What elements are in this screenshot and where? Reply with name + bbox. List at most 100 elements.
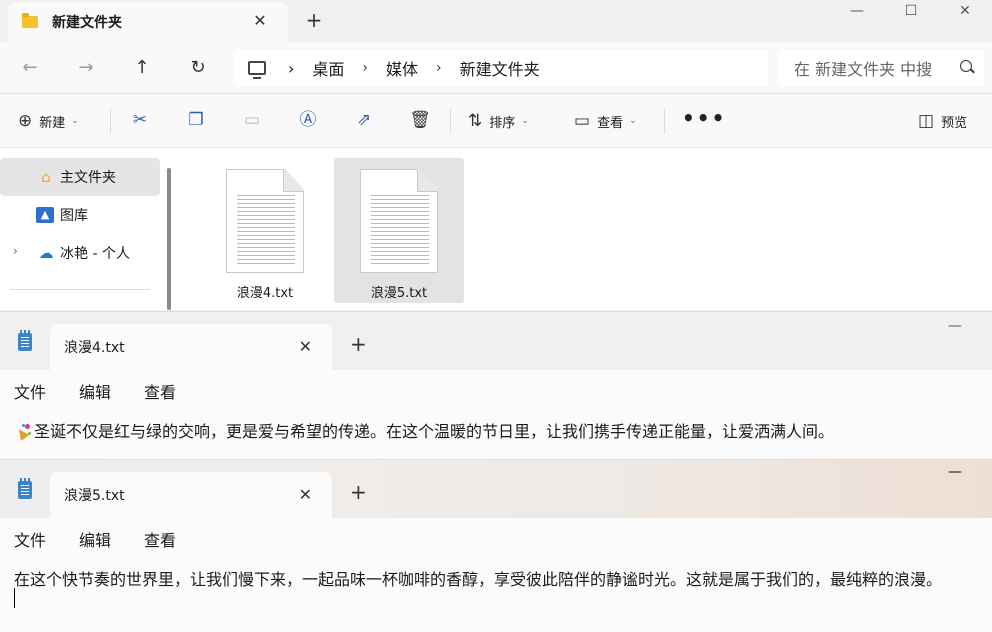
view-button[interactable]: ▭ 查看 ⌄ — [574, 109, 637, 133]
notepad-tab[interactable]: 浪漫4.txt ✕ — [50, 324, 332, 370]
sidebar-item-gallery[interactable]: ▲ 图库 — [0, 196, 160, 234]
new-tab-button[interactable]: + — [350, 332, 367, 356]
this-pc-icon[interactable] — [248, 61, 266, 79]
maximize-button[interactable]: ☐ — [884, 0, 938, 24]
menu-edit[interactable]: 编辑 — [79, 379, 111, 403]
menu-view[interactable]: 查看 — [144, 379, 176, 403]
notepad-app-icon — [18, 478, 32, 499]
breadcrumb[interactable]: › 桌面 › 媒体 › 新建文件夹 — [234, 50, 768, 86]
close-tab-icon[interactable]: ✕ — [250, 11, 270, 31]
close-tab-icon[interactable]: ✕ — [299, 485, 312, 504]
copy-icon[interactable]: ❐ — [184, 108, 208, 132]
minimize-button[interactable]: — — [948, 464, 962, 480]
notepad-app-icon — [18, 330, 32, 351]
onedrive-cloud-icon: ☁ — [38, 244, 54, 262]
party-popper-icon — [16, 423, 32, 439]
editor-content: 圣诞不仅是红与绿的交响，更是爱与希望的传递。在这个温暖的节日里，让我们携手传递正… — [34, 422, 835, 441]
menu-bar: 文件 编辑 查看 — [0, 518, 992, 556]
up-button[interactable]: ↑ — [130, 56, 154, 80]
minimize-button[interactable]: — — [830, 0, 884, 24]
window-controls: — ☐ ✕ — [830, 0, 992, 24]
breadcrumb-desktop[interactable]: 桌面 — [312, 56, 344, 80]
explorer-titlebar: 新建文件夹 ✕ + — ☐ ✕ — [0, 0, 992, 42]
preview-button[interactable]: ◫ 预览 — [918, 109, 967, 133]
close-window-button[interactable]: ✕ — [938, 0, 992, 24]
sidebar-item-home[interactable]: ⌂ 主文件夹 — [0, 158, 160, 196]
view-button-label: 查看 — [597, 115, 624, 131]
navigation-pane: ⌂ 主文件夹 ▲ 图库 ☁ 冰艳 - 个人 › — [0, 148, 178, 310]
new-tab-button[interactable]: + — [350, 480, 367, 504]
chevron-down-icon: ⌄ — [71, 116, 79, 126]
divider — [450, 108, 451, 134]
notepad-titlebar: 浪漫5.txt ✕ + — — [0, 460, 992, 518]
back-button[interactable]: ← — [18, 56, 42, 80]
cut-icon[interactable]: ✂ — [128, 108, 152, 132]
sort-button-label: 排序 — [489, 115, 516, 131]
sort-icon: ⇅ — [468, 111, 483, 131]
chevron-down-icon: ⌄ — [521, 116, 529, 126]
text-file-icon — [360, 169, 438, 273]
notepad-tab-title: 浪漫4.txt — [64, 340, 125, 356]
menu-file[interactable]: 文件 — [14, 527, 46, 551]
paste-icon[interactable]: ▭ — [240, 108, 264, 132]
breadcrumb-media[interactable]: 媒体 — [386, 56, 418, 80]
preview-pane-icon: ◫ — [918, 111, 935, 131]
file-item[interactable]: 浪漫5.txt — [334, 158, 464, 303]
sidebar-item-onedrive[interactable]: ☁ 冰艳 - 个人 — [0, 234, 160, 272]
preview-button-label: 预览 — [941, 115, 968, 131]
notepad-window-2: 浪漫5.txt ✕ + — 文件 编辑 查看 在这个快节奏的世界里，让我们慢下来… — [0, 459, 992, 632]
forward-button[interactable]: → — [74, 56, 98, 80]
view-icon: ▭ — [574, 111, 591, 131]
text-editor[interactable]: 在这个快节奏的世界里，让我们慢下来，一起品味一杯咖啡的香醇，享受彼此陪伴的静谧时… — [14, 566, 942, 590]
notepad-tab-title: 浪漫5.txt — [64, 488, 125, 504]
home-icon: ⌂ — [41, 168, 51, 186]
search-placeholder: 在 新建文件夹 中搜 — [794, 60, 933, 79]
close-tab-icon[interactable]: ✕ — [299, 337, 312, 356]
notepad-window-1: 浪漫4.txt ✕ + — 文件 编辑 查看 圣诞不仅是红与绿的交响，更是爱与希… — [0, 311, 992, 459]
menu-file[interactable]: 文件 — [14, 379, 46, 403]
breadcrumb-sep[interactable]: › — [362, 60, 368, 76]
file-name: 浪漫4.txt — [236, 286, 294, 301]
expand-chevron-icon[interactable]: › — [13, 244, 18, 258]
rename-icon[interactable]: Ⓐ — [296, 108, 320, 132]
sidebar-item-label: 图库 — [60, 208, 88, 224]
refresh-button[interactable]: ↻ — [186, 56, 210, 80]
text-cursor — [14, 588, 15, 608]
new-button[interactable]: ⊕ 新建 ⌄ — [18, 109, 79, 133]
file-name: 浪漫5.txt — [370, 286, 428, 301]
address-bar-row: ← → ↑ ↻ › 桌面 › 媒体 › 新建文件夹 在 新建文件夹 中搜 — [0, 42, 992, 94]
menu-bar: 文件 编辑 查看 — [0, 370, 992, 408]
explorer-tab[interactable]: 新建文件夹 ✕ — [8, 2, 288, 42]
sidebar-item-label: 主文件夹 — [60, 170, 116, 186]
new-tab-button[interactable]: + — [304, 10, 324, 30]
new-button-label: 新建 — [39, 115, 66, 131]
text-editor[interactable]: 圣诞不仅是红与绿的交响，更是爱与希望的传递。在这个温暖的节日里，让我们携手传递正… — [16, 418, 834, 442]
notepad-titlebar: 浪漫4.txt ✕ + — — [0, 312, 992, 370]
breadcrumb-sep[interactable]: › — [436, 60, 442, 76]
breadcrumb-sep[interactable]: › — [288, 59, 294, 78]
editor-content: 在这个快节奏的世界里，让我们慢下来，一起品味一杯咖啡的香醇，享受彼此陪伴的静谧时… — [14, 570, 943, 589]
file-explorer-window: 新建文件夹 ✕ + — ☐ ✕ ← → ↑ ↻ › 桌面 › 媒体 › 新建文件… — [0, 0, 992, 310]
menu-view[interactable]: 查看 — [144, 527, 176, 551]
delete-icon[interactable]: 🗑 — [408, 108, 432, 132]
menu-edit[interactable]: 编辑 — [79, 527, 111, 551]
explorer-content: ⌂ 主文件夹 ▲ 图库 ☁ 冰艳 - 个人 › 浪漫4.txt 浪漫5.txt — [0, 148, 992, 310]
gallery-icon: ▲ — [36, 207, 54, 223]
plus-circle-icon: ⊕ — [18, 111, 33, 131]
scrollbar[interactable] — [167, 168, 171, 310]
sort-button[interactable]: ⇅ 排序 ⌄ — [468, 109, 529, 133]
explorer-tab-title: 新建文件夹 — [52, 15, 122, 31]
share-icon[interactable]: ⇗ — [352, 108, 376, 132]
file-item[interactable]: 浪漫4.txt — [200, 158, 330, 303]
search-icon — [960, 60, 972, 72]
search-input[interactable]: 在 新建文件夹 中搜 — [778, 50, 984, 86]
divider — [110, 108, 111, 134]
divider — [664, 108, 665, 134]
chevron-down-icon: ⌄ — [629, 116, 637, 126]
see-more-button[interactable]: ••• — [682, 106, 726, 130]
breadcrumb-new-folder[interactable]: 新建文件夹 — [460, 56, 540, 80]
folder-icon — [22, 13, 38, 28]
sidebar-item-label: 冰艳 - 个人 — [60, 246, 130, 262]
minimize-button[interactable]: — — [948, 318, 962, 334]
notepad-tab[interactable]: 浪漫5.txt ✕ — [50, 472, 332, 518]
